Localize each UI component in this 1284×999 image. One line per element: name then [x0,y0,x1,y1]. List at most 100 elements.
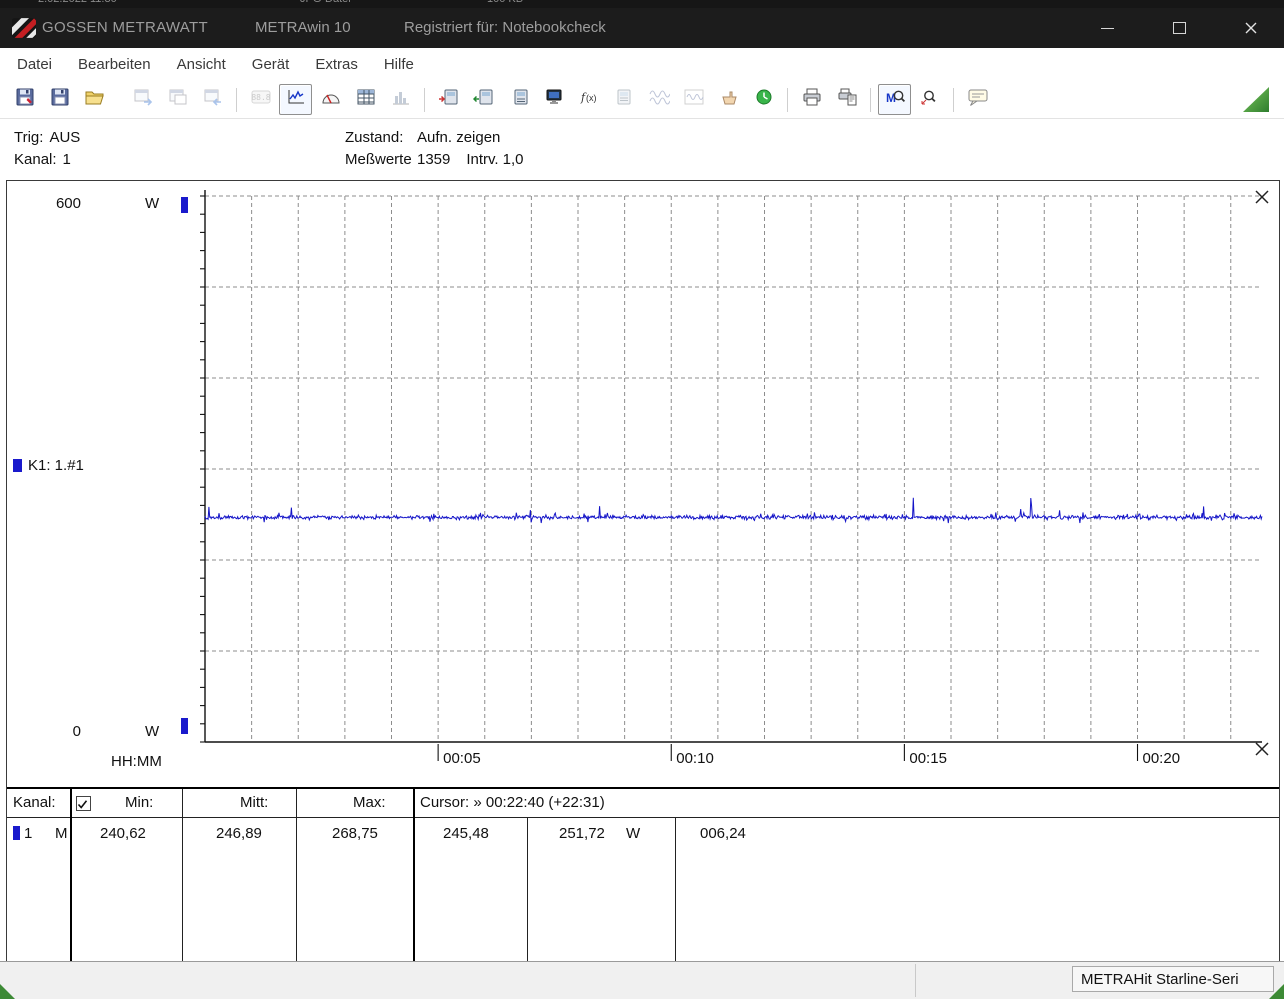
timer-clock-icon [753,87,775,112]
menu-item-ansicht[interactable]: Ansicht [164,48,239,81]
zoom-mode-button[interactable]: M [878,84,911,115]
menu-item-geraet[interactable]: Gerät [239,48,303,81]
data-table-icon [355,87,377,112]
device-display-button [607,84,640,115]
print-button[interactable] [795,84,828,115]
annotation-icon [967,87,989,112]
hand-probe-icon [718,87,740,112]
col-header-min: Min: [125,794,154,811]
trig-value: AUS [49,129,81,146]
data-table-button[interactable] [349,84,382,115]
table-header-divider [7,817,1279,818]
device-config-button[interactable] [502,84,535,115]
menu-item-datei[interactable]: Datei [4,48,65,81]
device-display-icon [613,87,635,112]
menubar: Datei Bearbeiten Ansicht Gerät Extras Hilfe [0,48,1284,81]
statusbar-divider [915,964,916,997]
channel-visible-checkbox[interactable] [76,796,91,811]
menu-item-bearbeiten[interactable]: Bearbeiten [65,48,164,81]
col-header-kanal: Kanal: [13,794,56,811]
device-read-button[interactable] [432,84,465,115]
toolbar-separator [953,87,954,112]
y-axis-unit-top: W [145,195,160,212]
hand-probe-button[interactable] [712,84,745,115]
monitor-button[interactable] [537,84,570,115]
zustand-label: Zustand: [345,129,404,146]
y-axis-unit-bottom: W [145,723,160,740]
row-mitt: 246,89 [216,825,262,842]
statusbar: METRAHit Starline-Seri [0,961,1284,999]
toolbar-separator [870,87,871,112]
save-as-button[interactable] [8,84,41,115]
annotation-button[interactable] [961,84,994,115]
x-tick-label: 00:15 [909,750,947,767]
zustand-value: Aufn. zeigen [417,129,501,146]
row-cursor1: 245,48 [443,825,489,842]
export-window-icon [132,87,154,112]
print-page-button[interactable] [830,84,863,115]
app-window: 2.02.2022 11:30 JPG-Datei 100 KB GOSSEN … [0,0,1284,999]
desktop-background-strip: 2.02.2022 11:30 JPG-Datei 100 KB [0,0,1284,8]
open-folder-button[interactable] [78,84,111,115]
registered-for-text: Registriert für: Notebookcheck [404,19,606,36]
device-read-icon [438,87,460,112]
recorder-status: Trig: AUS Kanal: 1 Zustand: Aufn. zeigen Me… [0,119,1284,181]
wave-memory-button [677,84,710,115]
channel-legend: K1: 1.#1 [13,457,84,474]
desktop-corner-left [0,984,15,999]
menu-item-extras[interactable]: Extras [302,48,371,81]
close-button[interactable] [1234,8,1268,48]
export-window-button [126,84,159,115]
row-max: 268,75 [332,825,378,842]
maximize-icon [1172,22,1186,34]
messwerte-label: Meßwerte [345,151,412,168]
maximize-button[interactable] [1162,8,1196,48]
table-separator [413,789,415,961]
brand-text: GOSSEN METRAWATT [42,19,208,36]
close-icon [1245,22,1257,34]
device-name: METRAHit Starline-Seri [1072,966,1274,992]
copy-window-icon [167,87,189,112]
chart-plot[interactable]: 00:05 00:10 00:15 00:20 [7,181,1277,787]
line-chart-button[interactable] [279,84,312,115]
print-icon [801,87,823,112]
formula-button[interactable]: f (x) [572,84,605,115]
intrv-value: 1,0 [502,151,524,168]
analog-meter-button[interactable] [314,84,347,115]
x-tick-label: 00:05 [443,750,481,767]
zoom-select-icon [919,87,941,112]
timer-clock-button[interactable] [747,84,780,115]
digital-display-button: 88.8 [244,84,277,115]
histogram-button [384,84,417,115]
dual-trace-icon [648,87,670,112]
chart-area[interactable]: 00:05 00:10 00:15 00:20 600 W 0 W K1: 1.#1 … [7,181,1279,787]
dual-trace-button [642,84,675,115]
table-separator [675,818,676,961]
open-folder-icon [84,87,106,112]
trig-label: Trig: [14,129,44,146]
analog-meter-icon [320,87,342,112]
device-send-button[interactable] [467,84,500,115]
import-window-button [196,84,229,115]
titlebar: GOSSEN METRAWATT METRAwin 10 Registriert… [0,8,1284,48]
svg-text:(x): (x) [586,93,597,103]
monitor-icon [543,87,565,112]
row-channel: 1 [24,825,33,842]
row-delta: 006,24 [700,825,746,842]
line-chart-icon [285,87,307,112]
menu-item-hilfe[interactable]: Hilfe [371,48,427,81]
svg-text:88.8: 88.8 [251,93,270,102]
table-separator [182,789,183,961]
save-button[interactable] [43,84,76,115]
col-header-max: Max: [353,794,386,811]
histogram-icon [390,87,412,112]
table-separator [70,789,72,961]
channel-label: K1: 1.#1 [28,457,84,474]
check-icon [77,800,88,809]
x-tick-label: 00:20 [1143,750,1181,767]
row-mode: M [55,825,68,842]
work-area: 00:05 00:10 00:15 00:20 600 W 0 W K1: 1.#1 … [6,180,1280,962]
x-axis-label: HH:MM [111,753,162,770]
minimize-button[interactable] [1090,8,1124,48]
zoom-select-button[interactable] [913,84,946,115]
